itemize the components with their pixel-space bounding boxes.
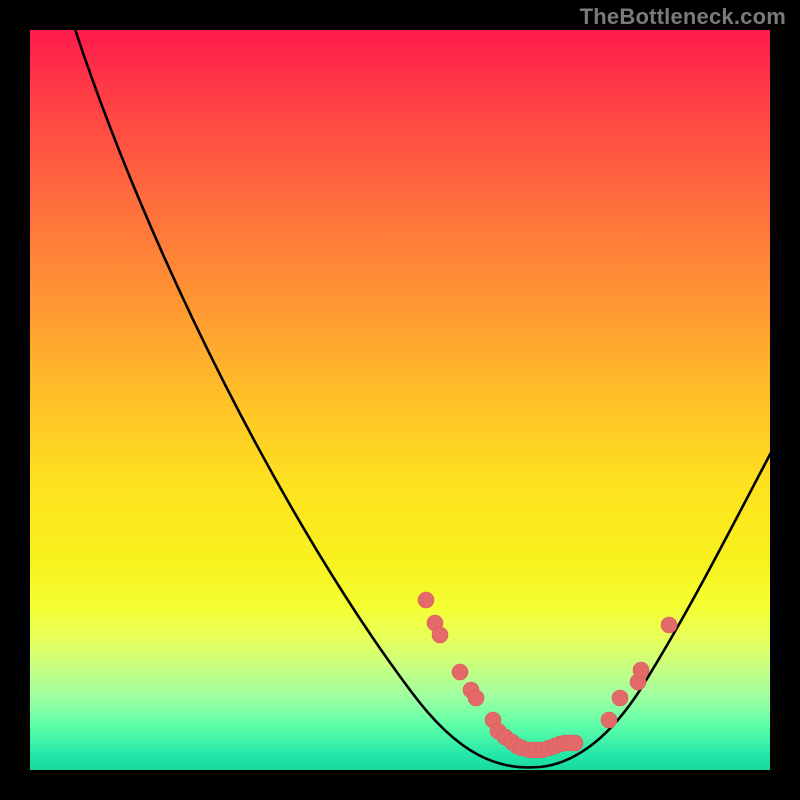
data-dot <box>612 690 628 706</box>
data-dot <box>661 617 677 633</box>
data-dot <box>468 690 484 706</box>
data-dot <box>418 592 434 608</box>
dots-group <box>418 592 677 758</box>
watermark-text: TheBottleneck.com <box>580 4 786 30</box>
plot-area <box>30 30 770 770</box>
data-dot <box>633 662 649 678</box>
chart-frame: TheBottleneck.com <box>0 0 800 800</box>
chart-svg <box>30 30 770 770</box>
data-dot <box>452 664 468 680</box>
bottleneck-curve <box>72 30 770 767</box>
data-dot <box>432 627 448 643</box>
data-dot <box>567 735 583 751</box>
data-dot <box>601 712 617 728</box>
